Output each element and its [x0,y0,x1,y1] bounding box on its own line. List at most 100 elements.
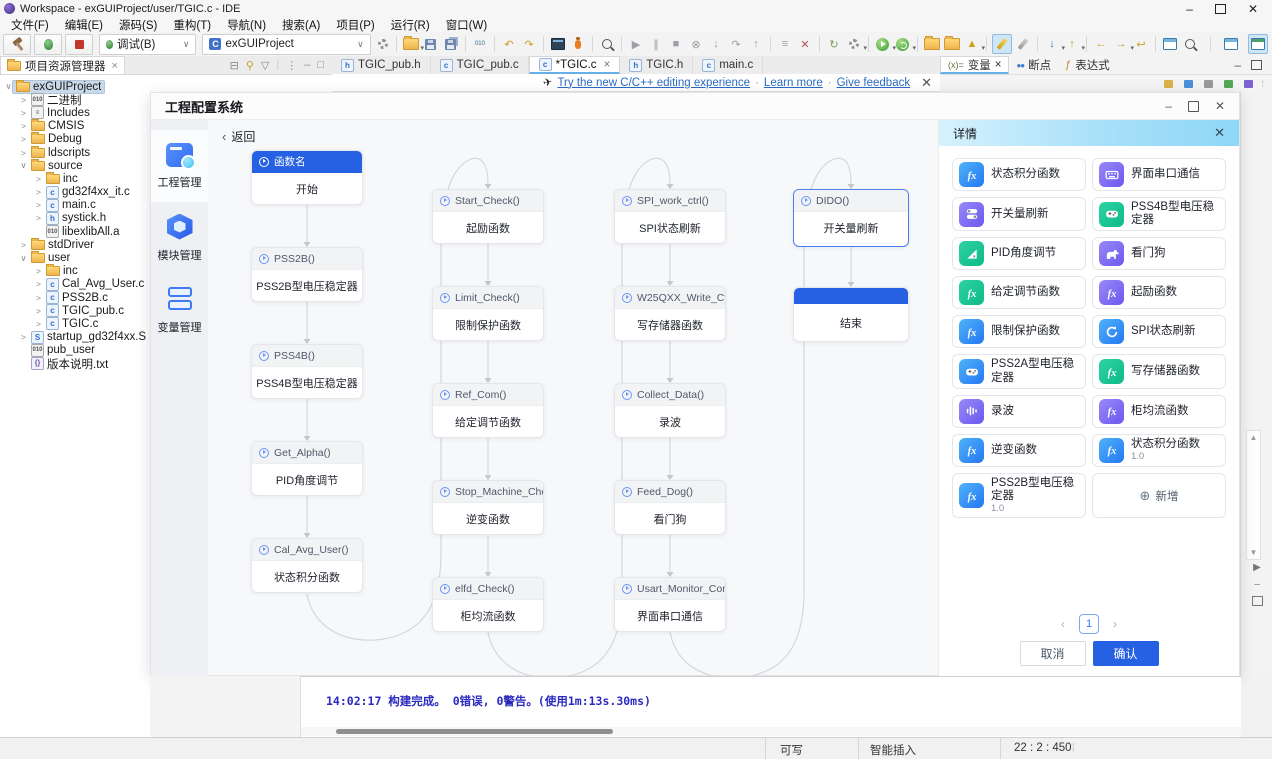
tab-expressions[interactable]: ƒ表达式 [1058,56,1117,74]
collapsed-icon[interactable]: > [19,332,28,342]
view-menu-button[interactable]: ⋮ [286,59,297,72]
filter-button[interactable]: ▽ [261,59,269,72]
terminate-button[interactable]: ■ [667,35,685,53]
new-wizard-button[interactable]: ▾ [402,35,420,53]
flow-node[interactable]: Get_Alpha()PID角度调节 [251,441,363,496]
perspective-debug-button[interactable] [1248,34,1268,54]
next-annotation-button[interactable]: ↓▾ [1043,35,1061,53]
perspective-cpp-button[interactable] [1222,35,1240,53]
collapsed-icon[interactable]: > [34,200,43,210]
save-all-button[interactable] [442,35,460,53]
restore-panel-button[interactable]: ▶ [1253,562,1261,573]
expanded-icon[interactable]: ∨ [19,253,28,264]
collapsed-icon[interactable]: > [34,293,43,303]
learn-more-link[interactable]: Learn more [764,77,823,89]
tab-variables[interactable]: (x)=变量× [940,56,1009,74]
collapsed-icon[interactable]: > [34,187,43,197]
flow-node[interactable]: Stop_Machine_Check()逆变函数 [432,480,544,535]
pin-editor-button[interactable] [1161,35,1179,53]
maximize-view-button[interactable] [1251,60,1262,70]
flow-node[interactable]: Limit_Check()限制保护函数 [432,286,544,341]
prev-annotation-button[interactable]: ↑▾ [1063,35,1081,53]
pin-view-button[interactable] [1241,77,1255,90]
menu-run[interactable]: 运行(R) [384,17,437,33]
redo-button[interactable]: ↷ [520,35,538,53]
page-number[interactable]: 1 [1079,614,1099,634]
show-type-names-button[interactable] [1161,77,1175,90]
new-view-button[interactable] [1221,77,1235,90]
function-chip[interactable]: fxPSS2B型电压稳定器1.0 [952,473,1086,518]
function-chip[interactable]: 录波 [952,395,1086,428]
scrollbar-thumb[interactable] [336,729,613,734]
scroll-up-icon[interactable]: ▲ [1250,433,1258,442]
menu-window[interactable]: 窗口(W) [439,17,495,33]
maximize-view-button[interactable]: □ [317,59,324,71]
collapsed-icon[interactable]: > [34,174,43,184]
search-tool-button[interactable] [598,35,616,53]
debug-button[interactable] [34,34,62,55]
show-logical-structure-button[interactable] [1181,77,1195,90]
function-chip[interactable]: fx状态积分函数 [952,158,1086,191]
function-chip[interactable]: fx状态积分函数1.0 [1092,434,1226,467]
collapsed-icon[interactable]: > [19,108,28,118]
mark-occurrences-button[interactable] [1014,35,1032,53]
flow-node[interactable]: SPI_work_ctrl()SPI状态刷新 [614,189,726,244]
stop-build-button[interactable] [65,34,93,55]
step-into-button[interactable]: ↓ [707,35,725,53]
terminal-button[interactable] [549,35,567,53]
link-editor-button[interactable]: ⚲ [246,59,254,72]
window-maximize-button[interactable] [1215,4,1226,14]
flow-node[interactable]: Cal_Avg_User()状态积分函数 [251,538,363,593]
editor-tab[interactable]: cmain.c [693,56,763,74]
function-chip[interactable]: PID角度调节 [952,237,1086,270]
build-button[interactable] [3,34,31,55]
page-next-button[interactable]: › [1113,617,1117,631]
confirm-button[interactable]: 确认 [1093,641,1159,666]
flow-node[interactable]: DIDO()开关量刷新 [793,189,909,247]
project-dropdown[interactable]: C exGUIProject ∨ [202,34,370,55]
add-function-button[interactable]: ⊕新增 [1092,473,1226,518]
dialog-minimize-button[interactable]: – [1165,99,1172,113]
close-icon[interactable]: × [604,59,611,71]
flatten-button[interactable]: ≡ [776,35,794,53]
try-experience-link[interactable]: Try the new C/C++ editing experience [557,77,750,89]
collapsed-icon[interactable]: > [34,266,43,276]
trim-button[interactable]: ✕ [796,35,814,53]
editor-tab[interactable]: c*TGIC.c× [529,56,621,74]
collapsed-icon[interactable]: > [34,319,43,329]
scrollbar-horizontal[interactable] [301,727,1241,736]
menu-source[interactable]: 源码(S) [112,17,164,33]
function-chip[interactable]: fx给定调节函数 [952,276,1086,309]
run-button[interactable]: ▾ [874,35,892,53]
dialog-close-button[interactable]: ✕ [1215,99,1225,113]
sidebar-item-工程管理[interactable]: 工程管理 [151,130,208,202]
save-button[interactable] [422,35,440,53]
flow-node[interactable]: 函数名开始 [251,150,363,205]
flow-node[interactable]: Usart_Monitor_Comm(0)界面串口通信 [614,577,726,632]
function-chip[interactable]: 开关量刷新 [952,197,1086,231]
close-icon[interactable]: × [112,60,118,72]
collapsed-icon[interactable]: > [19,240,28,250]
function-chip[interactable]: fx柜均流函数 [1092,395,1226,428]
collapse-all-button[interactable] [1201,77,1215,90]
flow-node[interactable]: Collect_Data()录波 [614,383,726,438]
function-chip[interactable]: fx限制保护函数 [952,315,1086,348]
menu-navigate[interactable]: 导航(N) [220,17,273,33]
minimize-view-button[interactable]: – [304,59,310,71]
flow-node[interactable]: Start_Check()起励函数 [432,189,544,244]
window-close-button[interactable]: ✕ [1248,2,1258,16]
menu-project[interactable]: 项目(P) [329,17,381,33]
minimize-panel-button[interactable]: – [1254,579,1260,590]
flow-node[interactable]: 结束 [793,287,909,342]
flow-node[interactable]: elfd_Check()柜均流函数 [432,577,544,632]
resume-button[interactable]: ▶ [627,35,645,53]
dialog-maximize-button[interactable] [1188,101,1199,112]
expanded-icon[interactable]: ∨ [19,160,28,171]
back-history-button[interactable]: ← [1092,35,1110,53]
highlight-button[interactable] [992,34,1012,54]
cancel-button[interactable]: 取消 [1020,641,1086,666]
sidebar-item-变量管理[interactable]: 变量管理 [151,274,208,346]
minimize-view-button[interactable]: – [1234,58,1241,72]
menu-search[interactable]: 搜索(A) [275,17,327,33]
function-chip[interactable]: 看门狗 [1092,237,1226,270]
